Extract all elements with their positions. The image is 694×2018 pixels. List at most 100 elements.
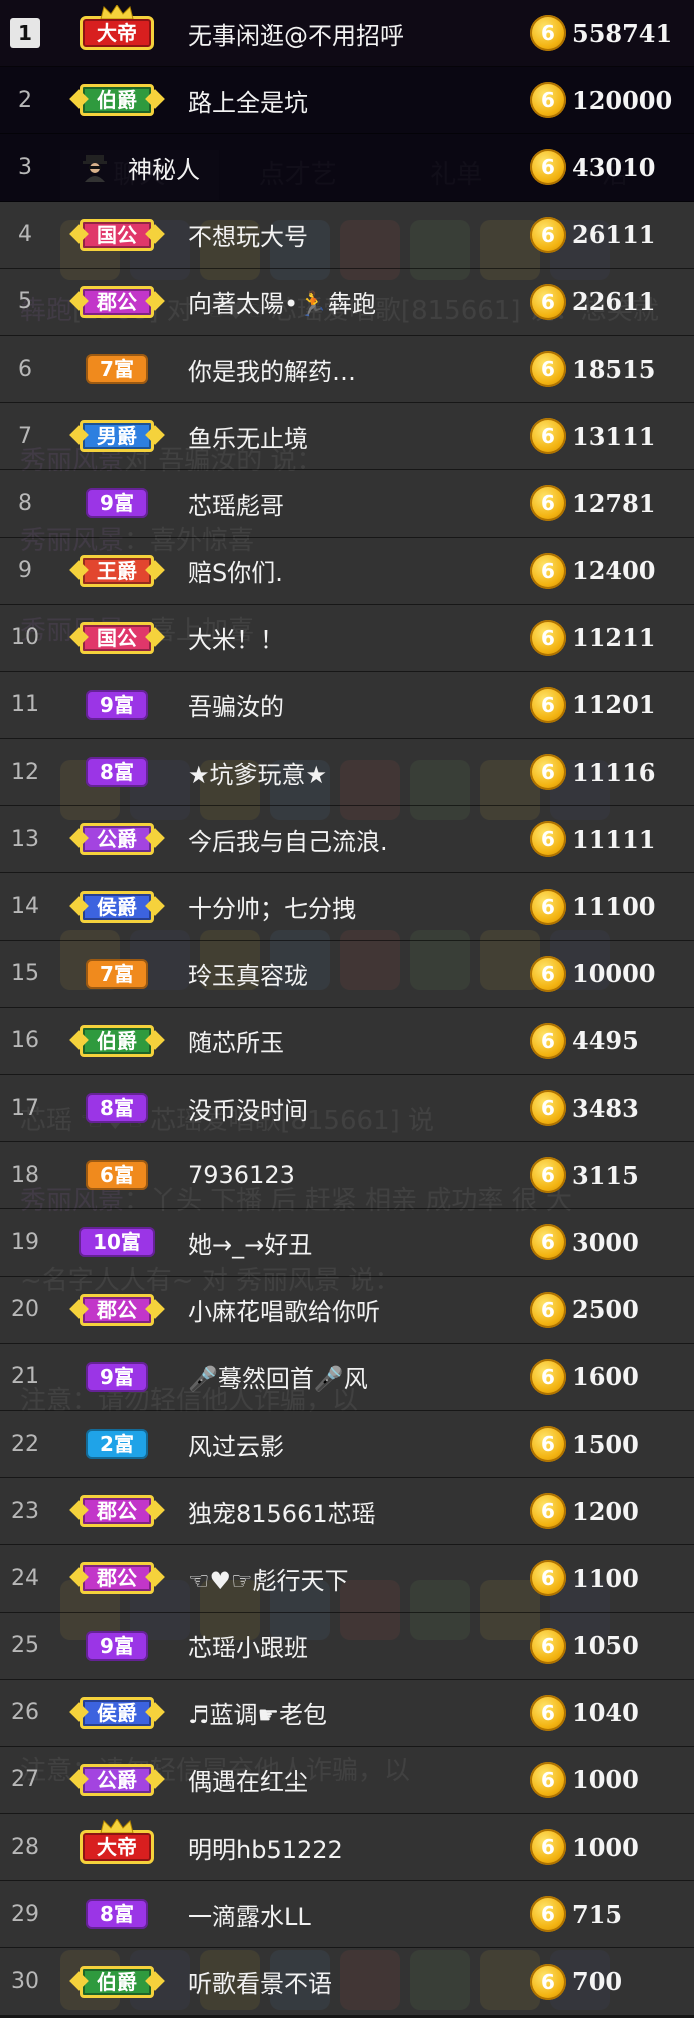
user-name[interactable]: 风过云影 [180,1427,530,1462]
user-name[interactable]: 路上全是坑 [180,83,530,118]
coin-amount-group: 611116 [530,754,694,790]
leaderboard-row[interactable]: 89富芯瑶彪哥612781 [0,470,694,537]
user-name[interactable]: ♬蓝调☛老包 [180,1695,518,1730]
leaderboard-row[interactable]: 9王爵赔S你们.612400 [0,538,694,605]
user-name[interactable]: 今后我与自己流浪. [180,822,530,857]
user-name[interactable]: 7936123 [180,1161,530,1189]
user-name[interactable]: 偶遇在红尘 [180,1762,518,1797]
leaderboard-row[interactable]: 178富没币没时间63483 [0,1075,694,1142]
rank-number: 21 [0,1364,50,1389]
user-name[interactable]: 独宠815661芯瑶 [180,1494,530,1529]
user-name[interactable]: 一滴露水LL [180,1897,518,1932]
leaderboard-row[interactable]: 67富你是我的解药…618515 [0,336,694,403]
user-name[interactable]: 吾骗汝的 [180,687,530,722]
noble-title-badge: 伯爵 [80,1025,154,1057]
leaderboard-row[interactable]: 186富793612363115 [0,1142,694,1209]
coin-icon: 6 [530,1023,566,1059]
coin-icon: 6 [530,620,566,656]
rank-number: 14 [0,894,50,919]
user-name[interactable]: 🎤蓦然回首🎤风 [180,1359,530,1394]
user-name[interactable]: 赔S你们. [180,553,530,588]
user-name[interactable]: 芯瑶小跟班 [180,1628,518,1663]
user-name[interactable]: 明明hb51222 [180,1830,518,1865]
rank-number: 5 [0,289,50,314]
user-name[interactable]: 大米！！ [180,620,530,655]
coin-amount-group: 61100 [530,1560,694,1596]
leaderboard-row[interactable]: 14侯爵十分帅；七分拽611100 [0,873,694,940]
rank-number: 1 [10,18,40,48]
leaderboard-row[interactable]: 298富一滴露水LL6715 [0,1881,694,1948]
leaderboard-row[interactable]: 2伯爵路上全是坑6120000 [0,67,694,134]
coin-amount-group: 610000 [530,956,694,992]
rank-badge-container: 9富 [54,1631,180,1661]
emperor-badge: 大帝 [80,16,154,50]
leaderboard-row[interactable]: 24郡公☜♥☞彪行天下61100 [0,1545,694,1612]
leaderboard-row[interactable]: 13公爵今后我与自己流浪.611111 [0,806,694,873]
leaderboard-row[interactable]: 28大帝明明hb5122261000 [0,1814,694,1881]
leaderboard-row[interactable]: 219富🎤蓦然回首🎤风61600 [0,1344,694,1411]
leaderboard-row[interactable]: 23郡公独宠815661芯瑶61200 [0,1478,694,1545]
coin-icon: 6 [530,687,566,723]
user-name[interactable]: 她→_→好丑 [180,1225,530,1260]
coin-icon: 6 [530,1560,566,1596]
leaderboard-row[interactable]: 4国公不想玩大号626111 [0,202,694,269]
leaderboard-row[interactable]: 16伯爵随芯所玉64495 [0,1008,694,1075]
leaderboard-row[interactable]: 10国公大米！！611211 [0,605,694,672]
coin-icon: 6 [530,1292,566,1328]
rank-badge-container: 2富 [54,1429,180,1459]
user-name[interactable]: ☜♥☞彪行天下 [180,1561,530,1596]
leaderboard-row[interactable]: 1910富她→_→好丑63000 [0,1209,694,1276]
coin-amount: 1040 [566,1698,682,1727]
leaderboard-row[interactable]: 1大帝无事闲逛@不用招呼6558741 [0,0,694,67]
badge-label: 8富 [100,760,134,784]
user-name[interactable]: 无事闲逛@不用招呼 [180,16,530,51]
user-name[interactable]: 不想玩大号 [180,217,530,252]
rank-number: 30 [0,1969,50,1994]
coin-amount: 1050 [566,1631,682,1660]
user-name[interactable]: 没币没时间 [180,1091,530,1126]
noble-title-badge: 伯爵 [80,84,154,116]
leaderboard-row[interactable]: 7男爵鱼乐无止境613111 [0,403,694,470]
wealth-level-badge: 9富 [86,1631,148,1661]
leaderboard-row[interactable]: 30伯爵听歌看景不语6700 [0,1948,694,2015]
rank-number: 6 [0,357,50,382]
coin-amount-group: 622611 [530,284,694,320]
user-name[interactable]: 芯瑶彪哥 [180,486,530,521]
badge-label: 7富 [100,357,134,381]
leaderboard-row[interactable]: 157富玲玉真容珑610000 [0,941,694,1008]
noble-title-badge: 公爵 [80,823,154,855]
badge-label: 9富 [100,693,134,717]
user-name[interactable]: 神秘人 [120,150,530,185]
leaderboard-row[interactable]: 3神秘人643010 [0,134,694,201]
badge-label: 国公 [97,626,137,650]
leaderboard-row[interactable]: 20郡公小麻花唱歌给你听62500 [0,1277,694,1344]
coin-amount: 43010 [566,153,682,182]
user-name[interactable]: 听歌看景不语 [180,1964,518,1999]
user-name[interactable]: 随芯所玉 [180,1023,530,1058]
user-name[interactable]: 玲玉真容珑 [180,956,530,991]
coin-amount-group: 62500 [530,1292,694,1328]
user-name[interactable]: ★坑爹玩意★ [180,755,530,790]
wealth-level-badge: 8富 [86,1899,148,1929]
badge-label: 9富 [100,491,134,515]
wealth-level-badge: 7富 [86,959,148,989]
user-name[interactable]: 鱼乐无止境 [180,419,530,454]
user-name[interactable]: 小麻花唱歌给你听 [180,1292,530,1327]
leaderboard-row[interactable]: 26侯爵♬蓝调☛老包61040 [0,1680,694,1747]
leaderboard-row[interactable]: 5郡公向著太陽•🏃犇跑622611 [0,269,694,336]
user-name[interactable]: 向著太陽•🏃犇跑 [180,284,530,319]
leaderboard-row[interactable]: 27公爵偶遇在红尘61000 [0,1747,694,1814]
badge-label: 郡公 [97,1298,137,1322]
coin-amount-group: 6700 [530,1964,694,2000]
mystery-person-icon [80,152,110,182]
user-name[interactable]: 你是我的解药… [180,352,530,387]
coin-amount: 3483 [566,1094,682,1123]
wealth-level-badge: 8富 [86,757,148,787]
leaderboard-row[interactable]: 128富★坑爹玩意★611116 [0,739,694,806]
leaderboard-row[interactable]: 119富吾骗汝的611201 [0,672,694,739]
user-name[interactable]: 十分帅；七分拽 [180,889,530,924]
leaderboard-row[interactable]: 222富风过云影61500 [0,1411,694,1478]
noble-title-badge: 国公 [80,219,154,251]
rank-badge-container: 8富 [54,757,180,787]
leaderboard-row[interactable]: 259富芯瑶小跟班61050 [0,1613,694,1680]
